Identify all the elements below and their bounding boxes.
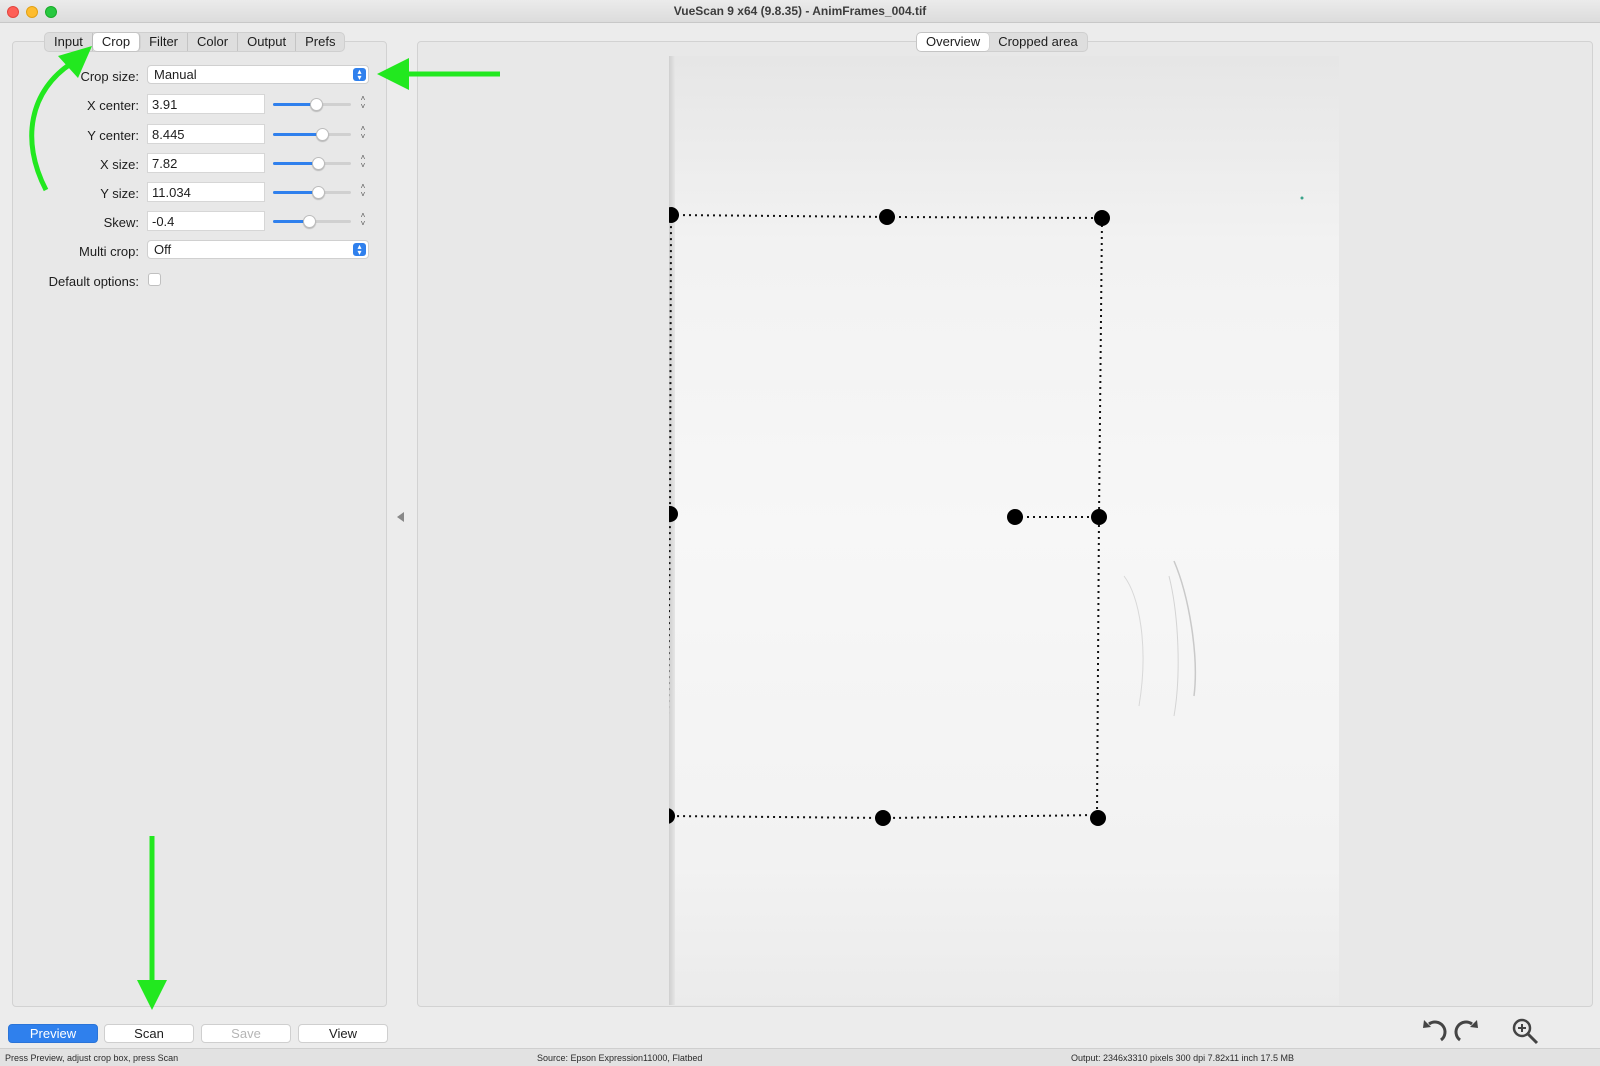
slider-knob[interactable] <box>316 128 330 141</box>
tab-prefs[interactable]: Prefs <box>296 33 344 51</box>
skew-input[interactable] <box>147 211 265 231</box>
y-size-label: Y size: <box>100 186 139 201</box>
view-tab-bar: Overview Cropped area <box>916 32 1088 52</box>
zoom-in-icon[interactable] <box>1510 1016 1540 1046</box>
rotate-left-icon[interactable] <box>1419 1016 1449 1046</box>
tab-color[interactable]: Color <box>188 33 239 51</box>
slider-knob[interactable] <box>302 215 316 228</box>
crop-handle-bottom-right[interactable] <box>1090 810 1106 826</box>
slider-knob[interactable] <box>312 186 326 199</box>
skew-stepper[interactable]: ˄ ˅ <box>358 212 368 230</box>
collapse-panel-icon[interactable] <box>397 512 404 522</box>
crop-handle-top-right[interactable] <box>1094 210 1110 226</box>
y-size-stepper[interactable]: ˄ ˅ <box>358 183 368 201</box>
crop-handle-middle-left[interactable] <box>669 506 678 522</box>
multi-crop-label: Multi crop: <box>79 244 139 259</box>
x-size-slider[interactable] <box>273 157 351 170</box>
crop-handle-bottom-left[interactable] <box>669 808 675 824</box>
rotate-right-icon[interactable] <box>1452 1016 1482 1046</box>
crop-handle-middle-right[interactable] <box>1091 509 1107 525</box>
tab-filter[interactable]: Filter <box>140 33 188 51</box>
x-size-stepper[interactable]: ˄ ˅ <box>358 154 368 172</box>
default-options-label: Default options: <box>48 274 139 289</box>
title-bar: VueScan 9 x64 (9.8.35) - AnimFrames_004.… <box>0 0 1600 23</box>
settings-tab-bar: Input Crop Filter Color Output Prefs <box>44 32 346 52</box>
scan-preview-image[interactable] <box>669 56 1339 1005</box>
crop-size-row: Crop size: Manual ▴ ▾ <box>0 65 380 87</box>
chevron-updown-icon: ▴ ▾ <box>353 68 366 82</box>
y-center-stepper[interactable]: ˄ ˅ <box>358 125 368 143</box>
crop-box-overlay[interactable] <box>669 56 1339 1005</box>
tab-cropped-area[interactable]: Cropped area <box>989 33 1087 51</box>
x-size-label: X size: <box>99 157 139 172</box>
crop-size-label: Crop size: <box>80 69 139 84</box>
skew-slider[interactable] <box>273 215 351 228</box>
view-button[interactable]: View <box>298 1024 388 1043</box>
multi-crop-value: Off <box>154 242 172 257</box>
y-center-label: Y center: <box>87 128 139 143</box>
window-title: VueScan 9 x64 (9.8.35) - AnimFrames_004.… <box>673 4 927 18</box>
x-center-slider[interactable] <box>273 98 351 111</box>
x-size-row: X size: ˄˅ <box>0 153 380 175</box>
x-center-row: X center: ˄˅ <box>0 94 380 116</box>
tab-overview[interactable]: Overview <box>917 33 990 51</box>
tab-input[interactable]: Input <box>45 33 93 51</box>
y-center-slider[interactable] <box>273 128 351 141</box>
y-size-row: Y size: ˄˅ <box>0 182 380 204</box>
slider-knob[interactable] <box>312 157 326 170</box>
crop-handle-top-center[interactable] <box>879 209 895 225</box>
status-bar: Press Preview, adjust crop box, press Sc… <box>0 1048 1600 1066</box>
status-output: Output: 2346x3310 pixels 300 dpi 7.82x11… <box>1071 1053 1294 1063</box>
skew-label: Skew: <box>103 215 139 230</box>
y-center-input[interactable] <box>147 124 265 144</box>
crop-handle-skew[interactable] <box>1007 509 1023 525</box>
default-options-row: Default options: <box>0 270 380 292</box>
tab-output[interactable]: Output <box>238 33 297 51</box>
default-options-checkbox[interactable] <box>148 273 161 286</box>
x-center-stepper[interactable]: ˄ ˅ <box>358 95 368 113</box>
y-center-row: Y center: ˄˅ <box>0 124 380 146</box>
save-button[interactable]: Save <box>201 1024 291 1043</box>
status-hint: Press Preview, adjust crop box, press Sc… <box>5 1053 179 1063</box>
crop-size-value: Manual <box>154 67 197 82</box>
multi-crop-select[interactable]: Off ▴ ▾ <box>147 240 369 259</box>
crop-size-select[interactable]: Manual ▴ ▾ <box>147 65 369 84</box>
x-size-input[interactable] <box>147 153 265 173</box>
x-center-label: X center: <box>86 98 139 113</box>
status-source: Source: Epson Expression11000, Flatbed <box>537 1053 703 1063</box>
y-size-input[interactable] <box>147 182 265 202</box>
multi-crop-row: Multi crop: Off ▴ ▾ <box>0 240 380 262</box>
crop-handle-bottom-center[interactable] <box>875 810 891 826</box>
y-size-slider[interactable] <box>273 186 351 199</box>
preview-button[interactable]: Preview <box>8 1024 98 1043</box>
scan-button[interactable]: Scan <box>104 1024 194 1043</box>
crop-handle-top-left[interactable] <box>669 207 679 223</box>
tab-crop[interactable]: Crop <box>92 33 141 51</box>
chevron-updown-icon: ▴ ▾ <box>353 243 366 257</box>
x-center-input[interactable] <box>147 94 265 114</box>
slider-knob[interactable] <box>309 98 323 111</box>
skew-row: Skew: ˄˅ <box>0 211 380 233</box>
